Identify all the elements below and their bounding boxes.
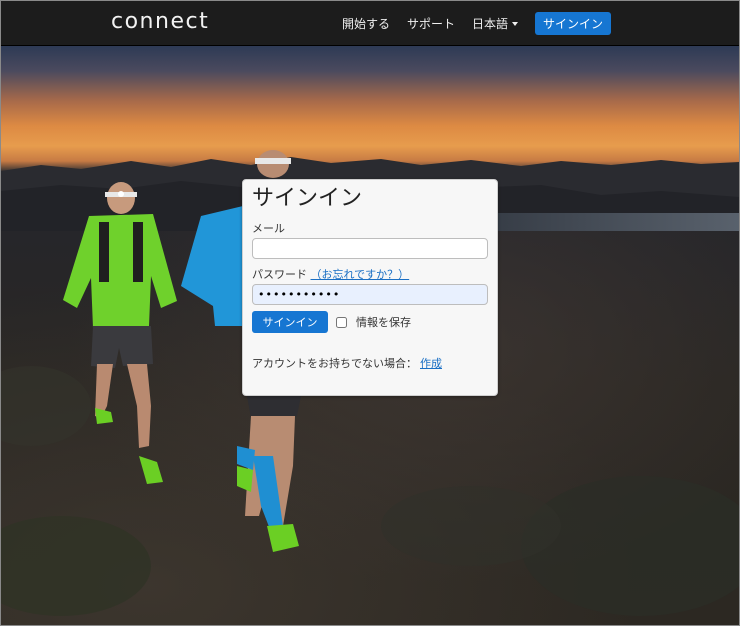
remember-checkbox[interactable]: [336, 316, 347, 328]
signin-title: サインイン: [252, 186, 363, 211]
language-label: 日本語: [471, 16, 508, 31]
top-navbar: connect 開始する サポート 日本語 サインイン: [1, 1, 739, 46]
email-field[interactable]: [252, 238, 488, 259]
connect-logo[interactable]: connect: [111, 9, 209, 34]
language-dropdown[interactable]: 日本語: [472, 15, 518, 32]
signin-actions: サインイン 情報を保存: [252, 311, 488, 333]
forgot-password-link[interactable]: （お忘れですか？）: [311, 268, 410, 281]
email-label: メール: [252, 222, 285, 235]
nav-support-link[interactable]: サポート: [407, 15, 455, 32]
signin-button[interactable]: サインイン: [252, 311, 328, 333]
remember-label: 情報を保存: [356, 316, 411, 329]
no-account-text: アカウントをお持ちでない場合：: [252, 357, 417, 370]
no-account-row: アカウントをお持ちでない場合： 作成: [252, 355, 488, 371]
password-label: パスワード: [252, 268, 307, 281]
create-account-link[interactable]: 作成: [420, 357, 442, 370]
nav-links: 開始する サポート 日本語 サインイン: [342, 1, 739, 45]
remember-me[interactable]: 情報を保存: [336, 314, 411, 330]
password-label-row: パスワード （お忘れですか？）: [252, 268, 488, 282]
caret-down-icon: [512, 22, 518, 26]
password-field[interactable]: [252, 284, 488, 305]
browser-page: connect 開始する サポート 日本語 サインイン サインイン メール パス…: [0, 0, 740, 626]
nav-get-started-link[interactable]: 開始する: [342, 15, 390, 32]
nav-signin-button[interactable]: サインイン: [535, 11, 611, 35]
runner-green: [63, 182, 177, 484]
signin-card: サインイン メール パスワード （お忘れですか？） サインイン 情報を保存 アカ…: [242, 179, 498, 396]
